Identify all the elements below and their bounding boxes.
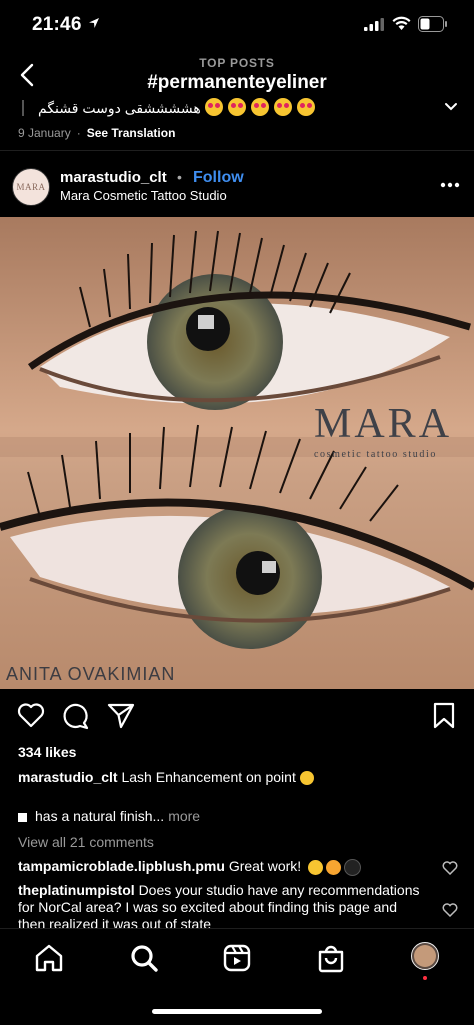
search-icon[interactable] [129, 943, 159, 973]
shop-icon[interactable] [316, 943, 346, 973]
watermark-brand: MARA [314, 401, 453, 447]
previous-post-meta: 9 January · See Translation [18, 126, 175, 140]
black-heart-emoji-icon [344, 858, 362, 876]
post-username[interactable]: marastudio_clt [60, 169, 167, 186]
profile-photo [414, 945, 436, 967]
heart-eyes-emoji-icon [326, 859, 342, 875]
caption-continued: has a natural finish... more [18, 808, 200, 824]
kiss-emoji-icon [251, 98, 269, 116]
comment-icon[interactable] [62, 702, 90, 730]
kiss-emoji-icon [274, 98, 292, 116]
location-arrow-icon [89, 18, 99, 28]
previous-post-caption: هششششقی دوست قشنگم [0, 98, 474, 122]
battery-icon [418, 16, 447, 32]
comment-text: Great work! [228, 858, 302, 874]
comment: theplatinumpistol Does your studio have … [18, 882, 428, 928]
previous-caption-text: هششششقی دوست قشنگم [38, 100, 201, 116]
profile-tab-avatar[interactable] [411, 942, 439, 970]
watermark-artist: ANITA OVAKIMIAN [6, 664, 176, 684]
wifi-icon [392, 16, 411, 30]
bookmark-icon[interactable] [432, 702, 456, 730]
post-date: 9 January [18, 126, 71, 140]
heart-eyes-emoji-icon [228, 98, 246, 116]
caption-username[interactable]: marastudio_clt [18, 769, 118, 785]
post-caption: marastudio_clt Lash Enhancement on point [18, 769, 458, 786]
notification-dot [423, 976, 427, 980]
watermark-tagline: cosmetic tattoo studio [314, 449, 437, 460]
caption-divider [22, 100, 24, 116]
avatar-logo-text: MARA [16, 182, 46, 192]
page-supertitle: TOP POSTS [199, 56, 275, 70]
comment: tampamicroblade.lipblush.pmu Great work! [18, 858, 428, 876]
signal-icon [364, 18, 384, 31]
username-separator: • [177, 169, 182, 185]
share-icon[interactable] [107, 702, 135, 730]
ok-hand-emoji-icon [308, 859, 324, 875]
view-all-comments-link[interactable]: View all 21 comments [18, 834, 154, 850]
caption-text: Lash Enhancement on point [121, 769, 296, 785]
reels-icon[interactable] [222, 943, 252, 973]
follow-button[interactable]: Follow [193, 169, 244, 187]
home-indicator [152, 1009, 322, 1014]
heart-icon[interactable] [442, 861, 458, 875]
caption-line2: has a natural finish... [35, 808, 165, 824]
comment-username[interactable]: theplatinumpistol [18, 882, 135, 898]
status-time: 21:46 [32, 14, 82, 35]
avatar[interactable]: MARA [12, 168, 50, 206]
ok-hand-emoji-icon [299, 771, 314, 786]
page-title: #permanenteyeliner [147, 72, 327, 93]
more-icon[interactable] [440, 182, 460, 188]
post-header: MARA marastudio_clt • Follow Mara Cosmet… [0, 160, 474, 216]
like-count[interactable]: 334 likes [18, 744, 76, 760]
heart-icon[interactable] [442, 903, 458, 917]
heart-eyes-emoji-icon [205, 98, 223, 116]
post-divider [0, 150, 474, 151]
square-bullet-icon [18, 812, 27, 822]
see-translation-link[interactable]: See Translation [87, 126, 176, 140]
comment-username[interactable]: tampamicroblade.lipblush.pmu [18, 858, 225, 874]
meta-separator: · [76, 126, 81, 140]
caption-more-link[interactable]: more [168, 808, 200, 824]
chevron-down-icon[interactable] [444, 102, 458, 112]
heart-icon[interactable] [17, 702, 45, 728]
post-location[interactable]: Mara Cosmetic Tattoo Studio [60, 188, 227, 203]
post-actions [0, 700, 474, 736]
top-navigation: TOP POSTS #permanenteyeliner [0, 50, 474, 102]
heart-eyes-emoji-icon [297, 98, 315, 116]
emoji-row [205, 98, 320, 116]
home-icon[interactable] [34, 943, 64, 973]
status-bar: 21:46 [0, 0, 474, 50]
